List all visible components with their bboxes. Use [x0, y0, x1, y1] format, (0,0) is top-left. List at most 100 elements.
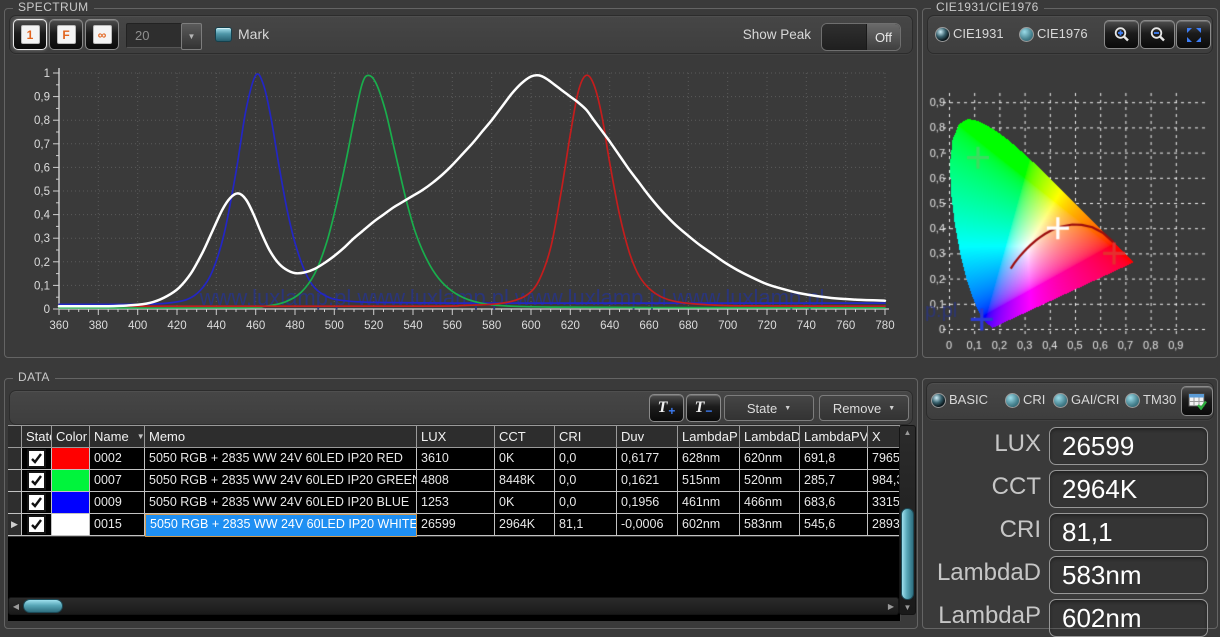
table-row[interactable]: ▶00155050 RGB + 2835 WW 24V 60LED IP20 W…	[8, 514, 901, 537]
cell-lambdapv[interactable]: 285,7	[800, 470, 868, 492]
tab-gaicri-radio[interactable]	[1053, 393, 1068, 408]
cell-cct[interactable]: 8448K	[495, 470, 555, 492]
show-peak-toggle[interactable]: Off	[821, 23, 901, 51]
cell-duv[interactable]: 0,1956	[617, 492, 678, 514]
column-header-lambdap[interactable]: LambdaP	[678, 425, 740, 448]
cie-cie1976-radio[interactable]	[1019, 27, 1034, 42]
view-continuous-button[interactable]: ∞	[85, 19, 119, 50]
tab-tm30-radio[interactable]	[1125, 393, 1140, 408]
state-checkbox-cell[interactable]	[22, 470, 52, 492]
column-header-x[interactable]: X	[868, 425, 900, 448]
state-checkbox-cell[interactable]	[22, 492, 52, 514]
tab-basic-radio[interactable]	[931, 393, 946, 408]
cie-cie1976-label[interactable]: CIE1976	[1037, 26, 1088, 41]
zoom-out-button[interactable]	[1140, 20, 1175, 49]
column-header-cri[interactable]: CRI	[555, 425, 617, 448]
view-single-button[interactable]: 1	[13, 19, 47, 50]
cell-cri[interactable]: 0,0	[555, 492, 617, 514]
cell-lambdap[interactable]: 515nm	[678, 470, 740, 492]
state-menu-button[interactable]: State ▼	[724, 395, 814, 421]
cell-name[interactable]: 0002	[90, 448, 145, 470]
cell-lambdad[interactable]: 520nm	[740, 470, 800, 492]
cell-name[interactable]: 0015	[90, 514, 145, 536]
color-swatch[interactable]	[52, 514, 90, 536]
color-swatch[interactable]	[52, 492, 90, 514]
color-swatch[interactable]	[52, 448, 90, 470]
cell-memo[interactable]: 5050 RGB + 2835 WW 24V 60LED IP20 WHITE	[145, 514, 417, 537]
fit-view-button[interactable]	[1176, 20, 1211, 49]
cie-cie1931-radio[interactable]	[935, 27, 950, 42]
cell-lambdad[interactable]: 583nm	[740, 514, 800, 536]
column-header-state[interactable]: State	[22, 425, 52, 448]
state-checkbox[interactable]	[27, 515, 46, 534]
cell-cct[interactable]: 2964K	[495, 514, 555, 536]
vertical-scroll-thumb[interactable]	[901, 508, 914, 600]
scroll-up-arrow[interactable]: ▲	[900, 427, 915, 438]
cell-cct[interactable]: 0K	[495, 492, 555, 514]
cell-lambdad[interactable]: 466nm	[740, 492, 800, 514]
cell-lux[interactable]: 1253	[417, 492, 495, 514]
cell-lux[interactable]: 4808	[417, 470, 495, 492]
scroll-left-arrow[interactable]: ◀	[11, 598, 21, 614]
cell-x[interactable]: 2893	[868, 514, 900, 536]
state-checkbox[interactable]	[27, 471, 46, 490]
cell-lambdap[interactable]: 628nm	[678, 448, 740, 470]
color-swatch[interactable]	[52, 470, 90, 492]
tab-tm30-label[interactable]: TM30	[1143, 392, 1176, 407]
table-row[interactable]: 00075050 RGB + 2835 WW 24V 60LED IP20 GR…	[8, 470, 901, 492]
state-checkbox[interactable]	[27, 449, 46, 468]
column-header-name[interactable]: Name▼	[90, 425, 145, 448]
scroll-right-arrow[interactable]: ▶	[886, 598, 896, 614]
tab-basic-label[interactable]: BASIC	[949, 392, 988, 407]
column-header-marker[interactable]	[8, 425, 22, 448]
column-header-color[interactable]: Color	[52, 425, 90, 448]
state-checkbox-cell[interactable]	[22, 448, 52, 470]
zoom-in-button[interactable]	[1104, 20, 1139, 49]
add-trace-button[interactable]: T+	[649, 394, 684, 422]
tab-cri-label[interactable]: CRI	[1023, 392, 1045, 407]
cell-cri[interactable]: 81,1	[555, 514, 617, 536]
remove-trace-button[interactable]: T−	[686, 394, 721, 422]
cell-lambdapv[interactable]: 545,6	[800, 514, 868, 536]
table-vertical-scrollbar[interactable]: ▲ ▼	[899, 425, 916, 615]
table-row[interactable]: 00025050 RGB + 2835 WW 24V 60LED IP20 RE…	[8, 448, 901, 470]
tab-cri-radio[interactable]	[1005, 393, 1020, 408]
cell-lambdap[interactable]: 602nm	[678, 514, 740, 536]
cell-cri[interactable]: 0,0	[555, 470, 617, 492]
cell-name[interactable]: 0007	[90, 470, 145, 492]
view-fixed-button[interactable]: F	[49, 19, 83, 50]
column-header-lambdapv[interactable]: LambdaPV	[800, 425, 868, 448]
state-checkbox[interactable]	[27, 493, 46, 512]
column-header-memo[interactable]: Memo	[145, 425, 417, 448]
average-count-dropdown-arrow[interactable]: ▼	[181, 23, 202, 50]
cell-duv[interactable]: -0,0006	[617, 514, 678, 536]
column-header-lambdad[interactable]: LambdaD	[740, 425, 800, 448]
column-header-cct[interactable]: CCT	[495, 425, 555, 448]
cell-lux[interactable]: 3610	[417, 448, 495, 470]
cell-cri[interactable]: 0,0	[555, 448, 617, 470]
cell-memo[interactable]: 5050 RGB + 2835 WW 24V 60LED IP20 GREEN	[145, 470, 417, 492]
mark-checkbox[interactable]	[215, 27, 232, 42]
cell-lux[interactable]: 26599	[417, 514, 495, 536]
column-header-duv[interactable]: Duv	[617, 425, 678, 448]
cell-name[interactable]: 0009	[90, 492, 145, 514]
state-checkbox-cell[interactable]	[22, 514, 52, 536]
cell-x[interactable]: 984,3	[868, 470, 900, 492]
tab-gaicri-label[interactable]: GAI/CRI	[1071, 392, 1119, 407]
cell-x[interactable]: 3315	[868, 492, 900, 514]
cell-memo[interactable]: 5050 RGB + 2835 WW 24V 60LED IP20 BLUE	[145, 492, 417, 514]
cell-x[interactable]: 7965	[868, 448, 900, 470]
cell-lambdapv[interactable]: 683,6	[800, 492, 868, 514]
cell-cct[interactable]: 0K	[495, 448, 555, 470]
cell-lambdapv[interactable]: 691,8	[800, 448, 868, 470]
table-row[interactable]: 00095050 RGB + 2835 WW 24V 60LED IP20 BL…	[8, 492, 901, 514]
cie-cie1931-label[interactable]: CIE1931	[953, 26, 1004, 41]
scroll-down-arrow[interactable]: ▼	[900, 602, 915, 613]
horizontal-scroll-thumb[interactable]	[23, 599, 63, 613]
cell-lambdad[interactable]: 620nm	[740, 448, 800, 470]
export-table-button[interactable]	[1181, 386, 1213, 416]
cell-duv[interactable]: 0,1621	[617, 470, 678, 492]
column-header-lux[interactable]: LUX	[417, 425, 495, 448]
cell-memo[interactable]: 5050 RGB + 2835 WW 24V 60LED IP20 RED	[145, 448, 417, 470]
table-horizontal-scrollbar[interactable]: ◀ ▶	[8, 597, 899, 615]
